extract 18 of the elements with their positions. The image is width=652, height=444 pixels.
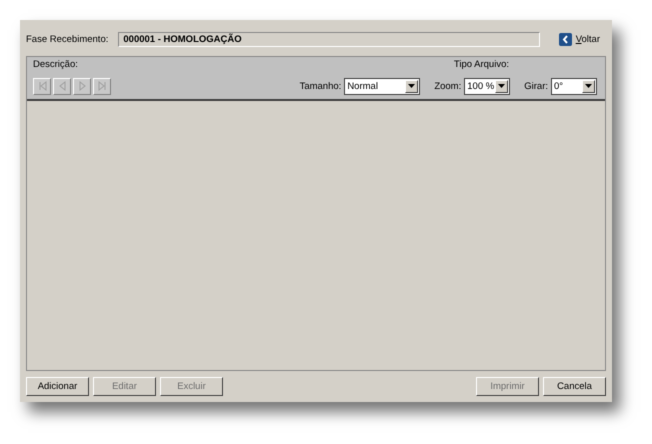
caret-down-icon xyxy=(585,84,592,88)
select-label: Tamanho: xyxy=(300,80,342,92)
phase-field: 000001 - HOMOLOGAÇÃO xyxy=(118,32,540,46)
caret-down-icon xyxy=(408,84,416,88)
file-type-label: Tipo Arquivo: xyxy=(454,59,510,72)
select-label: Girar: xyxy=(524,80,548,92)
dropdown[interactable]: 0° xyxy=(551,78,597,94)
dropdown[interactable]: Normal xyxy=(344,78,420,94)
select-label: Zoom: xyxy=(434,80,462,92)
chevron-left-icon xyxy=(558,32,572,46)
action-button[interactable]: Adicionar xyxy=(26,377,89,396)
phase-label: Fase Recebimento: xyxy=(26,34,108,44)
dropdown[interactable]: 100 % xyxy=(464,78,510,94)
caret-down-icon xyxy=(498,84,506,88)
action-button[interactable]: Cancela xyxy=(543,377,606,396)
skip-right-icon xyxy=(96,80,108,92)
back-link[interactable]: Voltar xyxy=(558,32,606,46)
description-label: Descrição: xyxy=(33,59,79,72)
